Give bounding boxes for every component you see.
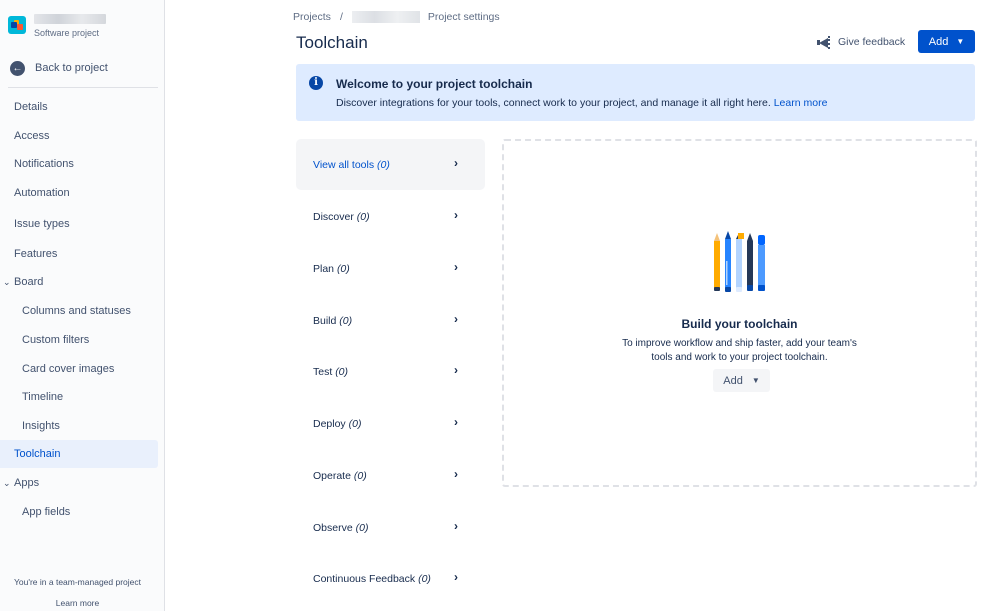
- add-button[interactable]: Add ▼: [918, 30, 975, 53]
- category-view-all-tools[interactable]: View all tools (0) ›: [296, 139, 485, 190]
- category-operate[interactable]: Operate (0) ›: [296, 450, 485, 501]
- sidebar-group-board[interactable]: ⌄ Board: [0, 268, 158, 296]
- info-icon: i: [309, 76, 323, 90]
- sidebar-item-automation[interactable]: Automation: [0, 179, 158, 207]
- chevron-down-icon: ⌄: [3, 477, 11, 488]
- empty-state-description: To improve workflow and ship faster, add…: [622, 338, 857, 363]
- sidebar-item-insights[interactable]: Insights: [0, 412, 158, 440]
- give-feedback-button[interactable]: Give feedback: [817, 33, 905, 51]
- chevron-down-icon: ⌄: [3, 276, 11, 287]
- category-observe[interactable]: Observe (0) ›: [296, 502, 485, 553]
- banner-title: Welcome to your project toolchain: [336, 77, 533, 91]
- chevron-right-icon: ›: [454, 467, 458, 481]
- chevron-right-icon: ›: [454, 363, 458, 377]
- sidebar-item-details[interactable]: Details: [0, 93, 158, 121]
- sidebar-item-toolchain[interactable]: Toolchain: [0, 440, 158, 468]
- breadcrumb-project-settings[interactable]: Project settings: [428, 11, 500, 23]
- chevron-right-icon: ›: [454, 570, 458, 584]
- welcome-banner: i Welcome to your project toolchain Disc…: [296, 64, 975, 121]
- megaphone-icon: [817, 35, 832, 49]
- sidebar-item-card-cover-images[interactable]: Card cover images: [0, 355, 158, 383]
- pens-illustration-icon: [714, 231, 765, 292]
- learn-more-link[interactable]: Learn more: [0, 598, 155, 608]
- project-name-redacted: [34, 14, 106, 24]
- sidebar-item-columns-and-statuses[interactable]: Columns and statuses: [0, 297, 158, 325]
- sidebar-group-apps[interactable]: ⌄ Apps: [0, 469, 158, 497]
- sidebar-item-custom-filters[interactable]: Custom filters: [0, 326, 158, 354]
- breadcrumb-projects[interactable]: Projects: [293, 11, 331, 23]
- project-header[interactable]: Software project: [8, 12, 158, 42]
- project-type: Software project: [34, 28, 100, 38]
- toolchain-empty-state: Build your toolchain To improve workflow…: [502, 139, 977, 487]
- breadcrumb: Projects / Project settings: [293, 10, 500, 24]
- banner-learn-more-link[interactable]: Learn more: [774, 97, 828, 109]
- banner-text: Discover integrations for your tools, co…: [336, 97, 827, 109]
- breadcrumb-project-redacted[interactable]: [351, 11, 420, 23]
- sidebar-item-access[interactable]: Access: [0, 122, 158, 150]
- chevron-down-icon: ▼: [956, 37, 965, 46]
- category-deploy[interactable]: Deploy (0) ›: [296, 398, 485, 449]
- category-plan[interactable]: Plan (0) ›: [296, 243, 485, 294]
- team-managed-note: You're in a team-managed project: [14, 577, 141, 587]
- back-to-project-link[interactable]: ← Back to project: [10, 59, 150, 77]
- chevron-right-icon: ›: [454, 519, 458, 533]
- empty-state-title: Build your toolchain: [681, 317, 798, 331]
- sidebar-item-features[interactable]: Features: [0, 240, 158, 268]
- chevron-right-icon: ›: [454, 208, 458, 222]
- chevron-right-icon: ›: [454, 312, 458, 326]
- breadcrumb-separator: /: [339, 11, 343, 23]
- chevron-right-icon: ›: [454, 260, 458, 274]
- arrow-left-icon: ←: [10, 60, 25, 76]
- category-build[interactable]: Build (0) ›: [296, 295, 485, 346]
- category-test[interactable]: Test (0) ›: [296, 346, 485, 397]
- sidebar-divider: [8, 87, 158, 88]
- chevron-right-icon: ›: [454, 415, 458, 429]
- back-to-project-label: Back to project: [35, 62, 108, 74]
- sidebar-item-app-fields[interactable]: App fields: [0, 498, 158, 526]
- sidebar: Software project ← Back to project Detai…: [0, 0, 165, 611]
- page-title: Toolchain: [296, 33, 368, 52]
- give-feedback-label: Give feedback: [838, 36, 906, 48]
- banner-description: Discover integrations for your tools, co…: [336, 97, 771, 109]
- category-discover[interactable]: Discover (0) ›: [296, 191, 485, 242]
- add-button-label: Add: [928, 35, 949, 48]
- sidebar-item-issue-types[interactable]: Issue types: [0, 210, 158, 238]
- chevron-down-icon: ▼: [751, 376, 760, 385]
- chevron-right-icon: ›: [454, 156, 458, 170]
- project-avatar: [8, 16, 26, 34]
- sidebar-item-timeline[interactable]: Timeline: [0, 383, 158, 411]
- empty-state-add-button[interactable]: Add ▼: [713, 369, 770, 392]
- sidebar-item-notifications[interactable]: Notifications: [0, 150, 158, 178]
- category-continuous-feedback[interactable]: Continuous Feedback (0) ›: [296, 553, 485, 604]
